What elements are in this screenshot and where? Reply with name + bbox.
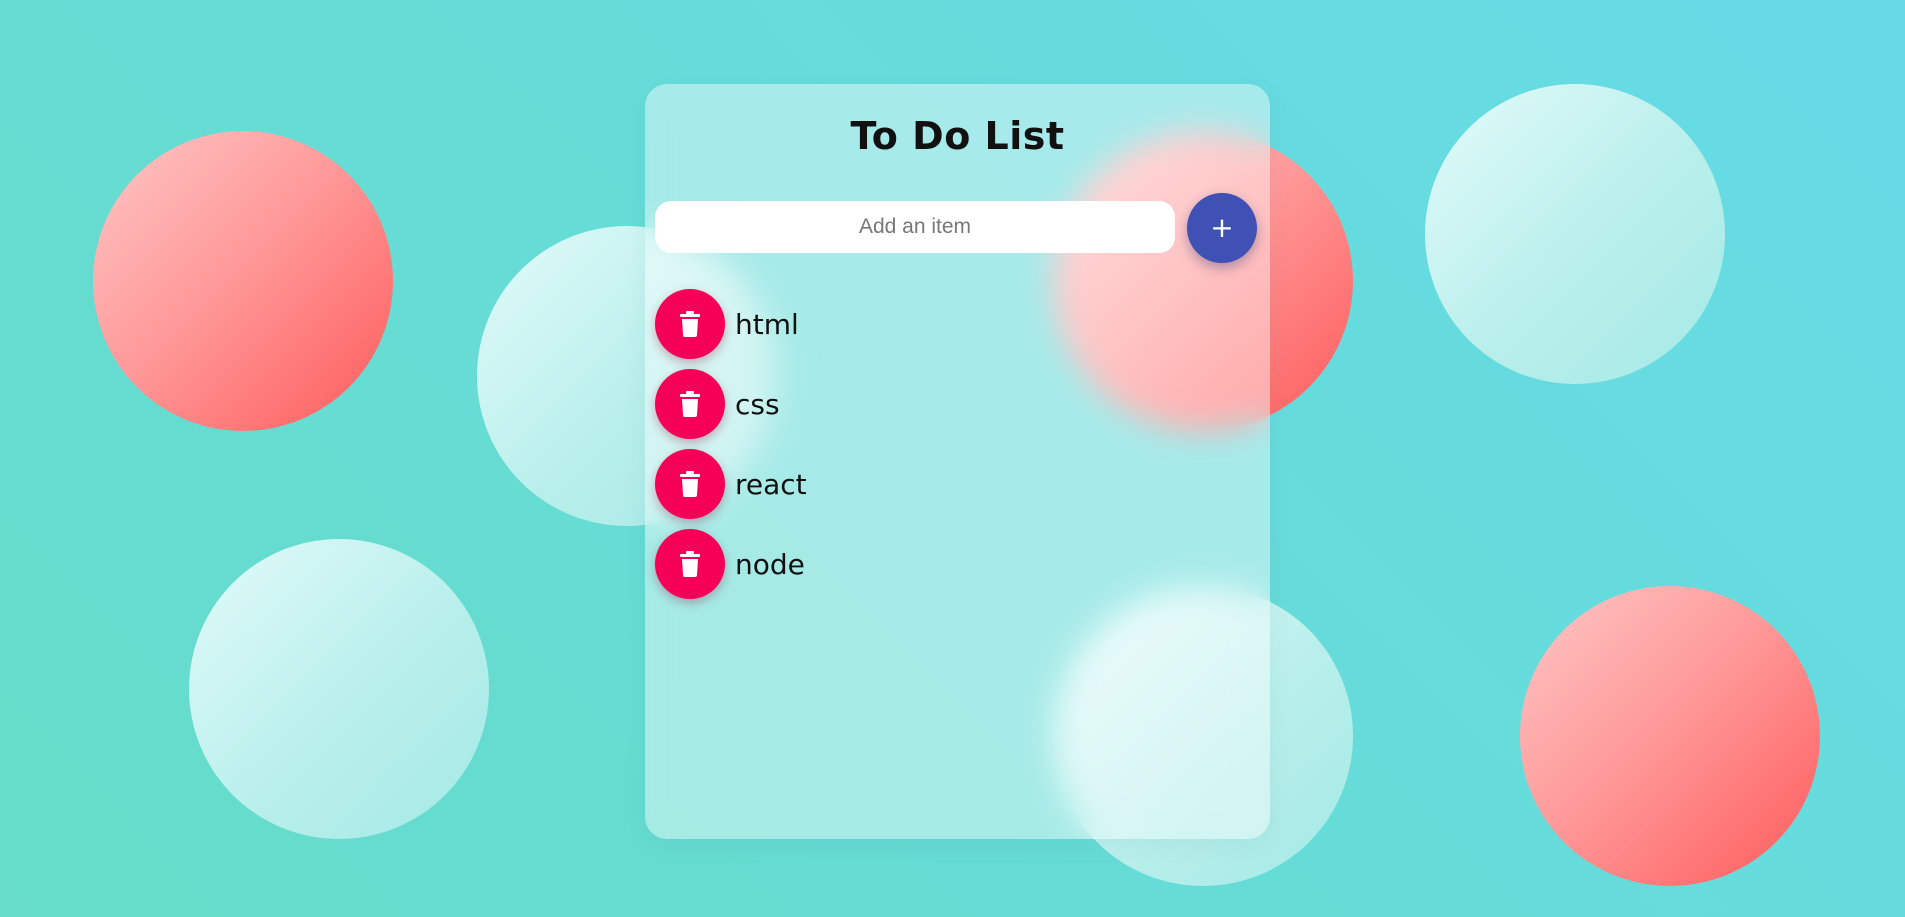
delete-item-button[interactable] xyxy=(655,529,725,599)
background-bubble-red xyxy=(93,131,393,431)
trash-icon xyxy=(680,471,700,497)
delete-item-button[interactable] xyxy=(655,369,725,439)
list-item: html xyxy=(655,284,1255,364)
delete-item-button[interactable] xyxy=(655,289,725,359)
list-item: react xyxy=(655,444,1255,524)
todo-card: To Do List + html xyxy=(645,84,1270,839)
list-item: css xyxy=(655,364,1255,444)
trash-icon xyxy=(680,311,700,337)
list-item-label: css xyxy=(735,387,780,421)
background-bubble-light xyxy=(1425,84,1725,384)
list-item-label: node xyxy=(735,547,805,581)
add-item-button[interactable]: + xyxy=(1187,193,1257,263)
delete-item-button[interactable] xyxy=(655,449,725,519)
list-item-label: react xyxy=(735,467,807,501)
trash-icon xyxy=(680,391,700,417)
add-item-input[interactable] xyxy=(655,201,1175,253)
add-item-form: + xyxy=(655,193,1260,263)
trash-icon xyxy=(680,551,700,577)
plus-icon: + xyxy=(1210,211,1234,244)
background-bubble-light xyxy=(189,539,489,839)
list-item: node xyxy=(655,524,1255,604)
list-item-label: html xyxy=(735,307,799,341)
todo-list: html css react node xyxy=(655,284,1255,604)
page-title: To Do List xyxy=(850,114,1065,158)
background-bubble-red xyxy=(1520,586,1820,886)
